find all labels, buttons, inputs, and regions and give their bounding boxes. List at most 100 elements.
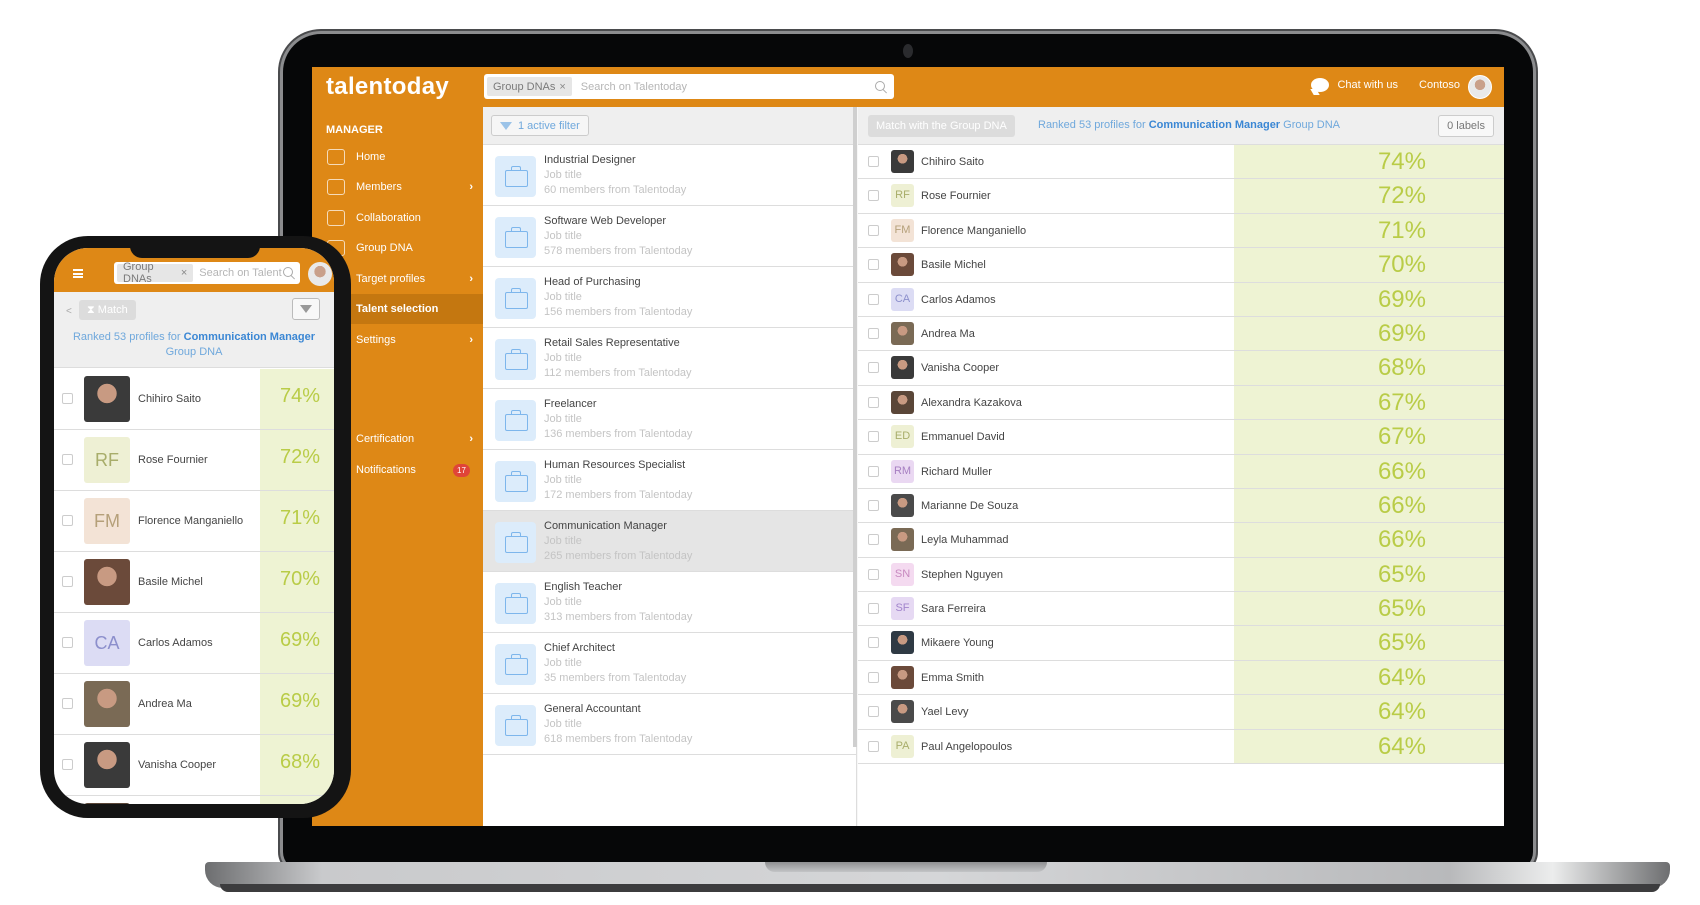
close-icon[interactable]: × [181,267,187,279]
select-checkbox[interactable] [868,327,879,339]
profile-row[interactable]: 70% Basile Michel [858,248,1504,283]
profile-row[interactable]: 69% CA Carlos Adamos [858,282,1504,317]
profile-row[interactable]: 67% Alexandra Kazakova [858,385,1504,421]
select-checkbox[interactable] [62,576,73,587]
phone-profile-row[interactable]: 74% Chihiro Saito [54,369,334,430]
search-placeholder[interactable]: Search on Talentoday [581,81,874,93]
select-checkbox[interactable] [62,454,73,465]
profile-name[interactable]: Chihiro Saito [921,156,984,168]
phone-profile-row[interactable]: 67%Alexandra Kazakova [54,796,334,804]
job-list-item[interactable]: Chief Architect Job title 35 members from … [483,633,856,694]
job-list-item[interactable]: Industrial Designer Job title 60 members f… [483,145,856,206]
search-placeholder[interactable]: Search on Talent [199,267,281,279]
profile-name[interactable]: Chihiro Saito [138,393,201,405]
job-list-item[interactable]: Retail Sales Representative Job title 112 … [483,328,856,389]
select-checkbox[interactable] [868,259,879,271]
chat-button[interactable]: Chat with us [1311,78,1398,92]
user-avatar[interactable] [308,262,332,286]
profile-name[interactable]: Yael Levy [921,706,969,718]
select-checkbox[interactable] [868,568,879,580]
ranked-target-link[interactable]: Communication Manager [184,331,315,343]
select-checkbox[interactable] [868,293,879,305]
phone-profile-row[interactable]: 70% Basile Michel [54,552,334,613]
list-scrollbar[interactable] [853,107,857,747]
profile-name[interactable]: Basile Michel [921,259,986,271]
profile-row[interactable]: 66% Marianne De Souza [858,488,1504,524]
profile-row[interactable]: 72% RF Rose Fournier [858,179,1504,214]
chevron-right-icon[interactable]: › [469,334,473,346]
profile-name[interactable]: Mikaere Young [921,637,994,649]
select-checkbox[interactable] [868,465,879,477]
chevron-right-icon[interactable]: › [469,273,473,285]
select-checkbox[interactable] [62,759,73,770]
chevron-right-icon[interactable]: › [469,181,473,193]
job-list-item[interactable]: Software Web Developer Job title 578 membe… [483,206,856,267]
select-checkbox[interactable] [868,706,879,718]
profile-name[interactable]: Basile Michel [138,576,203,588]
profile-name[interactable]: Vanisha Cooper [138,759,216,771]
menu-icon[interactable] [73,269,83,278]
active-filter-button[interactable]: 1 active filter [491,115,589,136]
profile-name[interactable]: Florence Manganiello [921,225,1026,237]
search-input[interactable]: Group DNAs × Search on Talentoday [484,74,894,99]
profile-name[interactable]: Andrea Ma [138,698,192,710]
close-icon[interactable]: × [559,81,565,93]
profile-name[interactable]: Richard Muller [921,466,992,478]
job-list-item[interactable]: Head of Purchasing Job title 156 members f… [483,267,856,328]
job-list-item[interactable]: General Accountant Job title 618 members f… [483,694,856,755]
labels-button[interactable]: 0 labels [1438,115,1494,137]
job-list-item[interactable]: Freelancer Job title 136 members from Tale… [483,389,856,450]
select-checkbox[interactable] [868,534,879,546]
search-filter-chip[interactable]: Group DNAs × [117,262,194,284]
profile-row[interactable]: 71% FM Florence Manganiello [858,213,1504,249]
job-list-item[interactable]: Communication Manager Job title 265 member… [483,511,856,572]
filter-icon[interactable] [292,298,320,320]
select-checkbox[interactable] [868,603,879,615]
profile-row[interactable]: 65% SF Sara Ferreira [858,592,1504,627]
select-checkbox[interactable] [868,156,879,167]
select-checkbox[interactable] [868,671,879,683]
profile-name[interactable]: Leyla Muhammad [921,534,1008,546]
profile-name[interactable]: Vanisha Cooper [921,362,999,374]
profile-name[interactable]: Carlos Adamos [921,294,996,306]
select-checkbox[interactable] [868,431,879,443]
search-filter-chip[interactable]: Group DNAs × [487,77,572,96]
chevron-right-icon[interactable]: › [469,433,473,445]
profile-name[interactable]: Emma Smith [921,672,984,684]
profile-name[interactable]: Florence Manganiello [138,515,243,527]
sidebar-item-collaboration[interactable]: Collaboration [312,203,483,233]
profile-row[interactable]: 66% Leyla Muhammad [858,523,1504,558]
profile-name[interactable]: Alexandra Kazakova [921,397,1022,409]
ranked-target-link[interactable]: Communication Manager [1149,119,1280,131]
select-checkbox[interactable] [62,393,73,404]
profile-row[interactable]: 65% Mikaere Young [858,626,1504,661]
select-checkbox[interactable] [62,698,73,709]
select-checkbox[interactable] [868,740,879,752]
profile-name[interactable]: Rose Fournier [138,454,208,466]
sidebar-item-home[interactable]: Home [312,142,483,172]
match-group-dna-button[interactable]: Match with the Group DNA [868,115,1015,137]
profile-row[interactable]: 66% RM Richard Muller [858,454,1504,489]
logo[interactable]: talentoday [326,73,449,101]
profile-row[interactable]: 68% Vanisha Cooper [858,351,1504,386]
select-checkbox[interactable] [868,396,879,408]
back-button[interactable]: < [66,306,72,317]
profile-row[interactable]: 65% SN Stephen Nguyen [858,557,1504,593]
select-checkbox[interactable] [868,499,879,511]
job-list-item[interactable]: English Teacher Job title 313 members from… [483,572,856,633]
search-icon[interactable] [874,80,888,94]
profile-row[interactable]: 64% PA Paul Angelopoulos [858,729,1504,765]
profile-name[interactable]: Carlos Adamos [138,637,213,649]
phone-profile-row[interactable]: 72% RF Rose Fournier [54,430,334,491]
phone-profile-row[interactable]: 68% Vanisha Cooper [54,735,334,796]
select-checkbox[interactable] [868,637,879,649]
profile-row[interactable]: 67% ED Emmanuel David [858,420,1504,455]
profile-name[interactable]: Marianne De Souza [921,500,1018,512]
search-icon[interactable] [282,266,294,280]
job-list-item[interactable]: Human Resources Specialist Job title 172 m… [483,450,856,511]
select-checkbox[interactable] [62,637,73,648]
user-avatar[interactable] [1468,75,1492,99]
match-button[interactable]: ⧗ Match [79,300,136,320]
profile-row[interactable]: 64% Emma Smith [858,660,1504,696]
org-name[interactable]: Contoso [1419,79,1460,91]
